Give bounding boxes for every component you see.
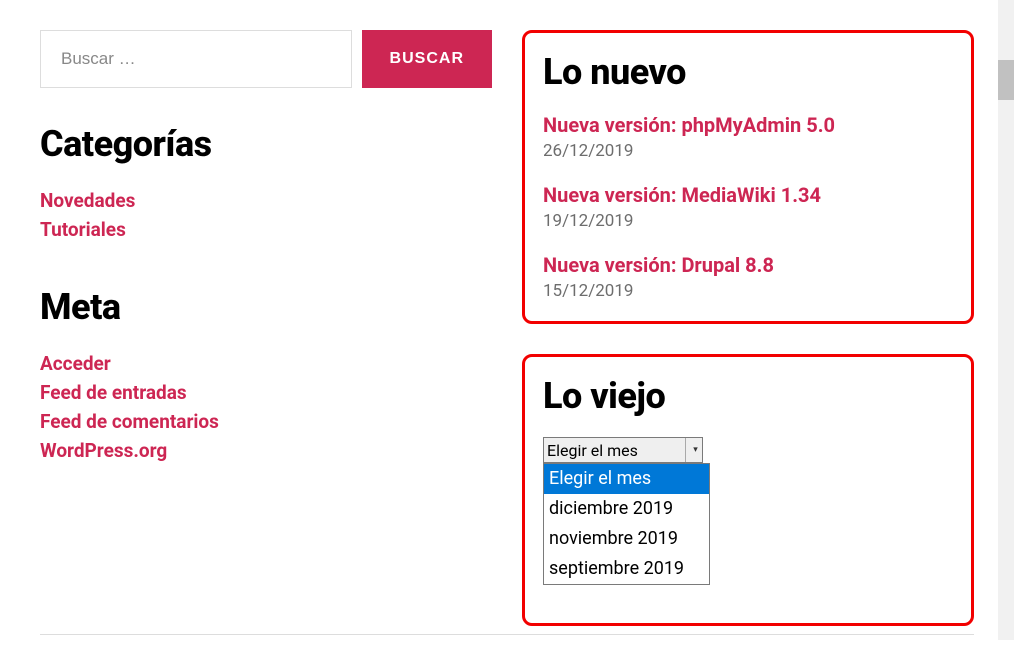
search-button[interactable]: BUSCAR: [362, 30, 492, 88]
search-form: BUSCAR: [40, 30, 492, 88]
lo-viejo-title: Lo viejo: [543, 375, 953, 417]
lo-nuevo-title: Lo nuevo: [543, 51, 953, 93]
meta-link-wordpress[interactable]: WordPress.org: [40, 439, 167, 462]
search-input[interactable]: [40, 30, 352, 88]
post-item: Nueva versión: MediaWiki 1.34 19/12/2019: [543, 183, 953, 231]
meta-link-comments-feed[interactable]: Feed de comentarios: [40, 410, 219, 433]
scrollbar-track[interactable]: [998, 0, 1014, 640]
category-link[interactable]: Novedades: [40, 189, 135, 212]
archive-option[interactable]: diciembre 2019: [544, 494, 709, 524]
meta-title: Meta: [40, 286, 492, 328]
category-link[interactable]: Tutoriales: [40, 218, 126, 241]
archive-select[interactable]: Elegir el mes ▾: [543, 437, 703, 463]
categories-list: Novedades Tutoriales: [40, 189, 492, 241]
categories-title: Categorías: [40, 123, 492, 165]
meta-list: Acceder Feed de entradas Feed de comenta…: [40, 352, 492, 462]
archive-dropdown: Elegir el mes diciembre 2019 noviembre 2…: [543, 463, 710, 585]
lo-nuevo-widget: Lo nuevo Nueva versión: phpMyAdmin 5.0 2…: [522, 30, 974, 324]
footer-divider: [40, 634, 974, 635]
archive-option[interactable]: septiembre 2019: [544, 554, 709, 584]
post-title-link[interactable]: Nueva versión: Drupal 8.8: [543, 253, 953, 277]
post-date: 19/12/2019: [543, 211, 953, 231]
meta-link-login[interactable]: Acceder: [40, 352, 111, 375]
post-item: Nueva versión: Drupal 8.8 15/12/2019: [543, 253, 953, 301]
chevron-down-icon: ▾: [685, 438, 702, 462]
post-title-link[interactable]: Nueva versión: MediaWiki 1.34: [543, 183, 953, 207]
meta-link-entries-feed[interactable]: Feed de entradas: [40, 381, 187, 404]
archive-option[interactable]: noviembre 2019: [544, 524, 709, 554]
post-date: 15/12/2019: [543, 281, 953, 301]
lo-viejo-widget: Lo viejo Elegir el mes ▾ Elegir el mes d…: [522, 354, 974, 626]
post-date: 26/12/2019: [543, 141, 953, 161]
archive-option[interactable]: Elegir el mes: [544, 464, 709, 494]
post-item: Nueva versión: phpMyAdmin 5.0 26/12/2019: [543, 113, 953, 161]
scrollbar-thumb[interactable]: [998, 60, 1014, 100]
archive-select-value: Elegir el mes: [544, 441, 638, 460]
post-title-link[interactable]: Nueva versión: phpMyAdmin 5.0: [543, 113, 953, 137]
